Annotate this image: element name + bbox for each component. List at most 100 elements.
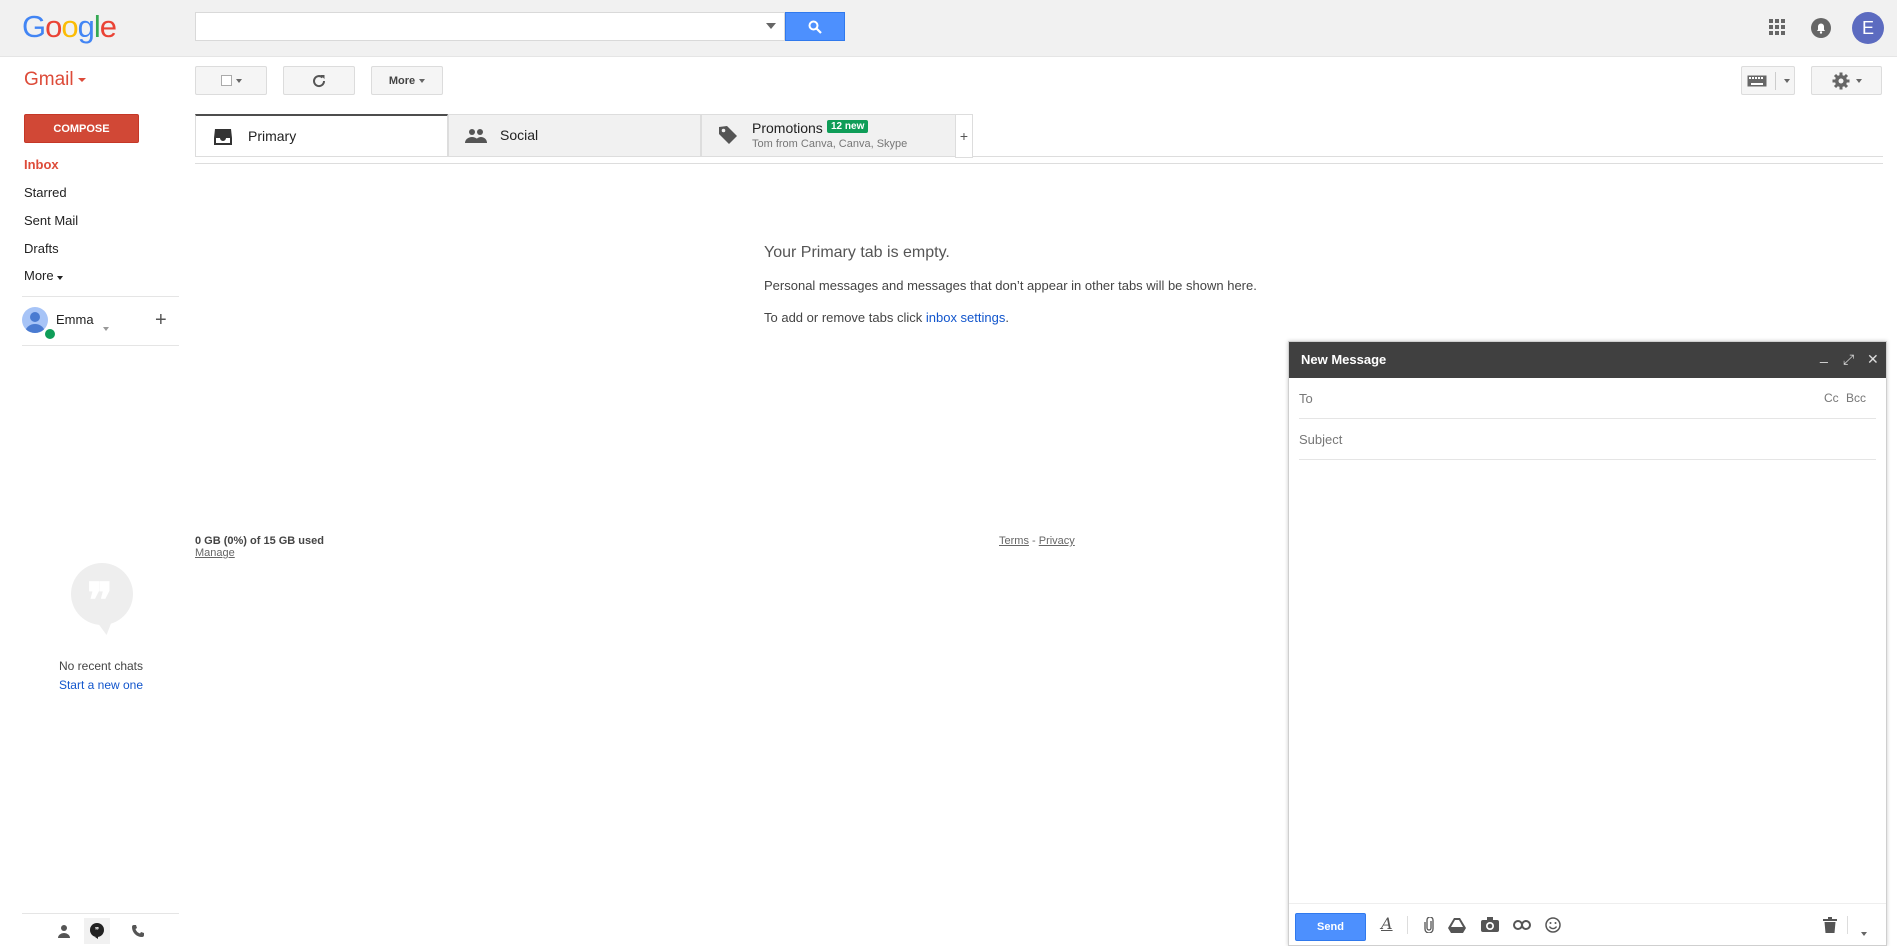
compose-body[interactable] xyxy=(1299,460,1876,900)
insert-link-icon[interactable] xyxy=(1513,920,1531,930)
new-count-badge: 12 new xyxy=(827,120,869,133)
nav-item-drafts[interactable]: Drafts xyxy=(24,241,59,256)
tab-social-label: Social xyxy=(500,127,539,143)
apps-grid-icon[interactable] xyxy=(1768,18,1788,38)
inbox-settings-link[interactable]: inbox settings xyxy=(926,310,1006,325)
caret-down-icon xyxy=(77,77,86,82)
phone-tab[interactable] xyxy=(125,918,151,944)
checkbox-icon xyxy=(220,75,232,86)
caret-down-icon xyxy=(419,78,426,83)
tab-social[interactable]: Social xyxy=(448,114,701,156)
search-input[interactable] xyxy=(202,13,756,41)
to-label: To xyxy=(1299,391,1313,406)
privacy-link[interactable]: Privacy xyxy=(1039,535,1075,547)
refresh-button[interactable] xyxy=(283,66,355,95)
google-drive-icon[interactable] xyxy=(1448,917,1466,933)
manage-storage-link[interactable]: Manage xyxy=(195,547,235,559)
divider xyxy=(22,296,179,297)
more-options-caret-icon[interactable] xyxy=(1861,923,1867,941)
user-name[interactable]: Emma xyxy=(56,312,94,327)
add-person-icon[interactable]: + xyxy=(155,309,167,332)
tab-primary-label: Primary xyxy=(248,128,297,144)
close-icon[interactable]: ✕ xyxy=(1867,351,1879,368)
settings-button[interactable] xyxy=(1811,66,1882,95)
hangouts-tab[interactable]: ❞ xyxy=(84,918,110,944)
compose-button[interactable]: COMPOSE xyxy=(24,114,139,143)
nav-item-more[interactable]: More xyxy=(24,268,63,283)
formatting-options-icon[interactable]: A xyxy=(1381,914,1393,933)
gear-icon xyxy=(1832,72,1849,89)
empty-state-title: Your Primary tab is empty. xyxy=(764,244,950,261)
tab-promotions-label: Promotions xyxy=(752,120,823,136)
emoji-icon[interactable] xyxy=(1545,917,1561,933)
footer-links: Terms - Privacy xyxy=(999,535,1075,547)
insert-photo-icon[interactable] xyxy=(1481,917,1499,932)
attach-icon[interactable] xyxy=(1423,917,1435,933)
tabs-hint-text: To add or remove tabs click xyxy=(764,310,926,325)
caret-down-icon xyxy=(1855,78,1862,83)
minimize-icon[interactable]: _ xyxy=(1820,347,1828,363)
tag-icon xyxy=(719,126,737,144)
fullscreen-icon[interactable]: ⤢ xyxy=(1843,351,1854,368)
search-options-dropdown-icon[interactable] xyxy=(766,23,776,29)
discard-draft-icon[interactable] xyxy=(1823,917,1837,933)
gmail-label: Gmail xyxy=(24,69,74,90)
storage-usage: 0 GB (0%) of 15 GB used xyxy=(195,535,324,547)
empty-state-tabs-hint: To add or remove tabs click inbox settin… xyxy=(764,310,1009,325)
keyboard-icon xyxy=(1747,75,1766,86)
bcc-link[interactable]: Bcc xyxy=(1846,391,1866,405)
to-field[interactable]: To Cc Bcc xyxy=(1299,378,1876,419)
tab-promotions[interactable]: Promotions 12 new Tom from Canva, Canva,… xyxy=(701,114,971,156)
tabs-hint-period: . xyxy=(1005,310,1009,325)
divider xyxy=(22,345,179,346)
account-avatar[interactable]: E xyxy=(1852,12,1884,44)
status-caret-down-icon[interactable] xyxy=(99,318,109,336)
promotions-senders: Tom from Canva, Canva, Skype xyxy=(752,138,908,150)
person-icon xyxy=(58,925,70,938)
compose-title: New Message xyxy=(1301,352,1387,367)
more-actions-button[interactable]: More xyxy=(371,66,443,95)
contacts-tab[interactable] xyxy=(51,918,77,944)
compose-header[interactable]: New Message _ ⤢ ✕ xyxy=(1289,342,1886,378)
add-tab-button[interactable]: + xyxy=(955,114,973,158)
online-status-indicator xyxy=(43,327,57,341)
nav-more-label: More xyxy=(24,268,54,283)
compose-window: New Message _ ⤢ ✕ To Cc Bcc Subject Send… xyxy=(1288,341,1887,946)
caret-down-icon xyxy=(56,276,63,280)
nav-item-sent-mail[interactable]: Sent Mail xyxy=(24,213,78,228)
quote-icon: ❞ xyxy=(87,573,113,629)
no-recent-chats-text: No recent chats xyxy=(58,659,144,673)
phone-icon xyxy=(132,925,144,937)
start-new-chat-link[interactable]: Start a new one xyxy=(0,678,202,692)
search-button[interactable] xyxy=(785,12,845,41)
divider xyxy=(22,913,179,914)
select-checkbox-button[interactable] xyxy=(195,66,267,95)
caret-down-icon xyxy=(1783,78,1790,83)
tabs-divider xyxy=(195,163,1883,164)
empty-state-description: Personal messages and messages that don’… xyxy=(764,278,1257,293)
terms-link[interactable]: Terms xyxy=(999,535,1029,547)
hangouts-icon: ❞ xyxy=(90,923,104,939)
tab-primary[interactable]: Primary xyxy=(195,114,448,156)
gmail-switcher[interactable]: Gmail xyxy=(24,69,86,91)
people-icon xyxy=(465,129,487,143)
inbox-icon xyxy=(214,129,232,145)
subject-field[interactable]: Subject xyxy=(1299,419,1876,460)
subject-placeholder: Subject xyxy=(1299,432,1343,447)
tabs-divider xyxy=(195,156,1883,157)
google-logo[interactable]: Google xyxy=(22,9,117,45)
send-button[interactable]: Send xyxy=(1295,913,1366,941)
refresh-icon xyxy=(313,74,326,87)
cc-link[interactable]: Cc xyxy=(1824,391,1839,405)
nav-item-inbox[interactable]: Inbox xyxy=(24,157,59,172)
search-icon xyxy=(808,20,822,34)
svg-text:❞: ❞ xyxy=(95,926,99,935)
notifications-bell-icon[interactable] xyxy=(1810,17,1832,44)
search-box xyxy=(195,12,785,41)
caret-down-icon xyxy=(235,78,242,83)
compose-toolbar: Send A xyxy=(1289,903,1886,946)
input-tools-button[interactable] xyxy=(1741,66,1795,95)
footer-separator: - xyxy=(1028,535,1039,547)
nav-item-starred[interactable]: Starred xyxy=(24,185,67,200)
more-button-label: More xyxy=(388,74,416,87)
